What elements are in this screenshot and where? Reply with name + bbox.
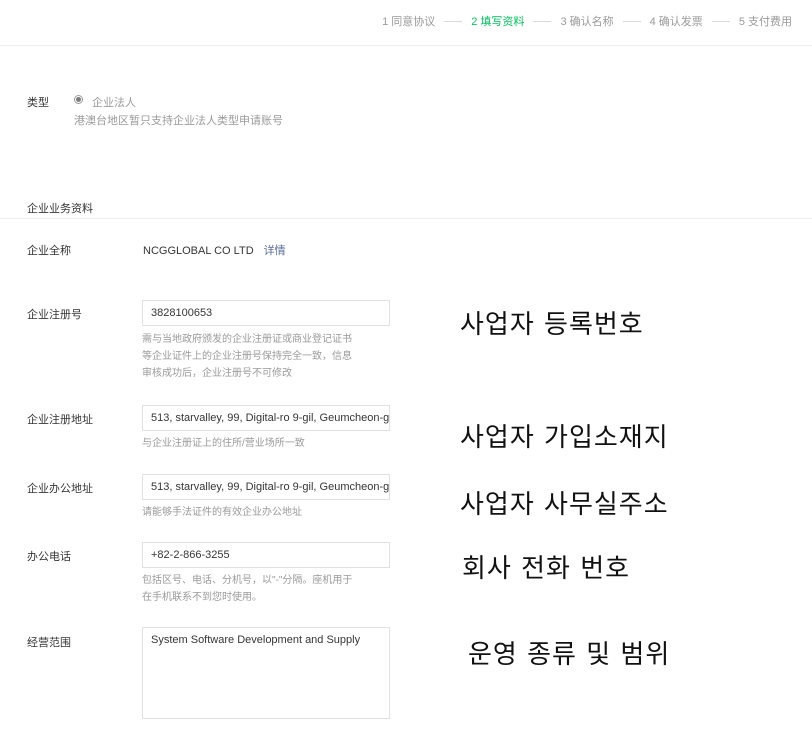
step-5: 5 支付费用 — [738, 16, 792, 28]
phone-hint: 包括区号、电话、分机号，以"-"分隔。座机用于 在手机联系不到您时使用。 — [142, 572, 394, 606]
reg-address-input[interactable]: 513, starvalley, 99, Digital-ro 9-gil, G… — [142, 405, 390, 431]
type-radio[interactable] — [74, 95, 83, 104]
annotation-scope: 운영 종류 및 범위 — [468, 640, 671, 670]
scope-label: 经营范围 — [27, 637, 71, 649]
reg-number-input[interactable]: 3828100653 — [142, 300, 390, 326]
hint-line: 包括区号、电话、分机号，以"-"分隔。座机用于 — [142, 575, 353, 586]
type-option-label[interactable]: 企业法人 — [92, 94, 136, 110]
hint-line: 需与当地政府颁发的企业注册证或商业登记证书 — [142, 334, 352, 345]
reg-number-label: 企业注册号 — [27, 309, 82, 321]
type-tip: 港澳台地区暂只支持企业法人类型申请账号 — [74, 115, 283, 127]
office-address-label: 企业办公地址 — [27, 483, 93, 495]
step-divider — [444, 20, 463, 22]
hint-line: 审核成功后，企业注册号不可修改 — [142, 368, 292, 379]
type-label: 类型 — [27, 97, 49, 109]
scope-textarea[interactable]: System Software Development and Supply — [142, 627, 390, 719]
step-1: 1 同意协议 — [382, 16, 436, 28]
steps-divider-line — [0, 45, 812, 46]
step-2-active: 2 填写资料 — [471, 16, 525, 28]
full-name-row: NCGGLOBAL CO LTD 详情 — [143, 242, 286, 258]
phone-input[interactable]: +82-2-866-3255 — [142, 542, 390, 568]
step-3: 3 确认名称 — [560, 16, 614, 28]
phone-label: 办公电话 — [27, 551, 71, 563]
step-divider — [622, 20, 641, 22]
section-title: 企业业务资料 — [27, 203, 93, 215]
full-name-value: NCGGLOBAL CO LTD — [143, 245, 254, 257]
step-4: 4 确认发票 — [649, 16, 703, 28]
radio-selected-dot — [76, 97, 81, 102]
reg-address-hint: 与企业注册证上的住所/营业场所一致 — [142, 438, 305, 449]
full-name-label: 企业全称 — [27, 245, 71, 257]
hint-line: 在手机联系不到您时使用。 — [142, 592, 262, 603]
annotation-phone: 회사 전화 번호 — [462, 554, 631, 584]
annotation-reg-number: 사업자 등록번호 — [460, 310, 644, 340]
section-divider-line — [0, 218, 812, 219]
office-address-input[interactable]: 513, starvalley, 99, Digital-ro 9-gil, G… — [142, 474, 390, 500]
step-progress: 1 同意协议 2 填写资料 3 确认名称 4 确认发票 5 支付费用 — [382, 13, 792, 29]
step-divider — [533, 20, 552, 22]
reg-number-hint: 需与当地政府颁发的企业注册证或商业登记证书 等企业证件上的企业注册号保持完全一致… — [142, 331, 394, 382]
step-divider — [711, 20, 730, 22]
office-address-hint: 请能够手法证件的有效企业办公地址 — [142, 507, 302, 518]
annotation-office-address: 사업자 사무실주소 — [460, 490, 669, 520]
details-link[interactable]: 详情 — [264, 245, 286, 257]
annotation-reg-address: 사업자 가입소재지 — [460, 423, 669, 453]
hint-line: 等企业证件上的企业注册号保持完全一致，信息 — [142, 351, 352, 362]
reg-address-label: 企业注册地址 — [27, 414, 93, 426]
